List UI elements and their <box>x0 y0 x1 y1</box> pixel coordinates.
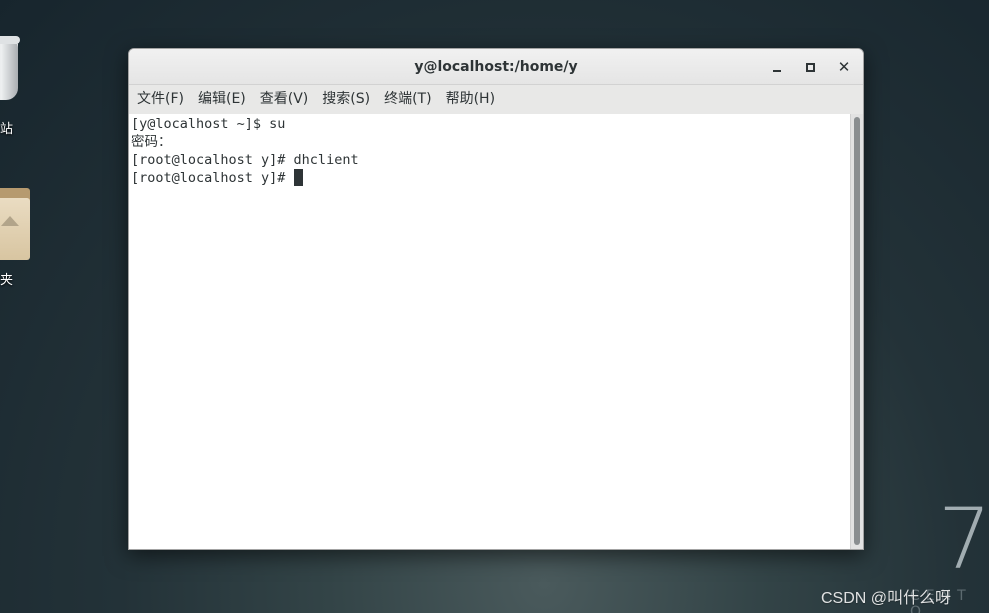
menu-file[interactable]: 文件(F) <box>134 85 192 114</box>
close-icon: ✕ <box>837 58 851 76</box>
terminal-line: [y@localhost ~]$ su <box>131 116 286 132</box>
text-cursor <box>293 169 303 186</box>
maximize-icon <box>806 63 815 72</box>
terminal-line: [root@localhost y]# dhclient <box>131 152 359 168</box>
menu-view[interactable]: 查看(V) <box>257 85 317 114</box>
minimize-icon <box>773 70 781 72</box>
trash-desktop-icon[interactable]: 站 <box>0 32 32 137</box>
terminal-line: 密码： <box>131 134 172 150</box>
trash-label: 站 <box>0 122 14 137</box>
minimize-button[interactable] <box>765 55 789 79</box>
window-title: y@localhost:/home/y <box>414 59 578 75</box>
scrollbar-thumb[interactable] <box>854 117 860 545</box>
os-version-number: 7 <box>938 490 989 588</box>
terminal-output[interactable]: [y@localhost ~]$ su 密码： [root@localhost … <box>129 114 850 549</box>
home-folder-desktop-icon[interactable]: 夹 <box>0 186 32 288</box>
close-button[interactable]: ✕ <box>832 55 856 79</box>
menu-search[interactable]: 搜索(S) <box>319 85 378 114</box>
home-glyph-icon <box>1 216 19 226</box>
home-folder-label: 夹 <box>0 273 14 288</box>
csdn-watermark: CSDN @叫什么呀 <box>821 590 952 607</box>
trash-lid-icon <box>0 36 20 44</box>
scrollbar[interactable] <box>850 114 863 549</box>
maximize-button[interactable] <box>798 55 822 79</box>
folder-icon <box>0 198 30 260</box>
terminal-prompt-line: [root@localhost y]# <box>131 169 850 187</box>
menu-terminal[interactable]: 终端(T) <box>381 85 439 114</box>
menu-edit[interactable]: 编辑(E) <box>195 85 254 114</box>
terminal-prompt: [root@localhost y]# <box>131 170 294 186</box>
menu-help[interactable]: 帮助(H) <box>443 85 503 114</box>
menu-bar: 文件(F) 编辑(E) 查看(V) 搜索(S) 终端(T) 帮助(H) <box>129 85 863 115</box>
trash-can-icon <box>0 38 18 100</box>
window-titlebar[interactable]: y@localhost:/home/y ✕ <box>129 49 863 85</box>
terminal-window: y@localhost:/home/y ✕ 文件(F) 编辑(E) 查看(V) … <box>128 48 864 550</box>
